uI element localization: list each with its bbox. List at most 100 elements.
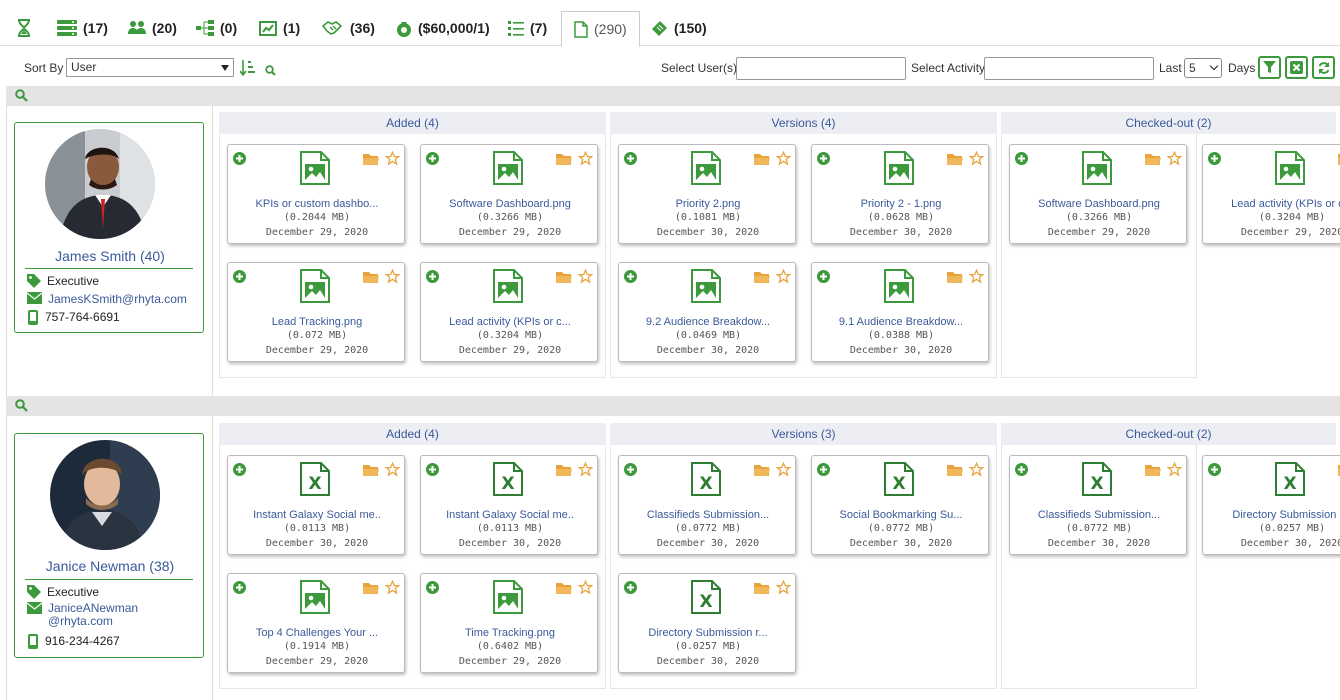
star-icon[interactable]	[578, 269, 593, 284]
add-icon[interactable]	[624, 581, 637, 594]
folder-icon[interactable]	[363, 271, 379, 284]
file-card[interactable]: Lead activity (KPIs or c... (0.3204 MB) De…	[420, 262, 598, 362]
star-icon[interactable]	[969, 462, 984, 477]
file-card[interactable]: X Directory Submission r... (0.0257 MB) Dec…	[618, 573, 796, 673]
tab-deals[interactable]: (36)	[322, 10, 375, 46]
add-icon[interactable]	[233, 270, 246, 283]
tab-tasks[interactable]: (7)	[508, 10, 547, 46]
file-name[interactable]: Lead activity (KPIs or c...	[429, 316, 591, 328]
file-name[interactable]: Top 4 Challenges Your ...	[236, 627, 398, 639]
file-name[interactable]: Priority 2.png	[627, 198, 789, 210]
star-icon[interactable]	[385, 269, 400, 284]
user-name[interactable]: Janice Newman (38)	[15, 558, 205, 574]
file-name[interactable]: KPIs or custom dashbo...	[236, 198, 398, 210]
folder-icon[interactable]	[556, 153, 572, 166]
folder-icon[interactable]	[363, 582, 379, 595]
add-icon[interactable]	[817, 270, 830, 283]
add-icon[interactable]	[233, 152, 246, 165]
file-name[interactable]: Priority 2 - 1.png	[820, 198, 982, 210]
star-icon[interactable]	[776, 462, 791, 477]
file-card[interactable]: X Classifieds Submission... (0.0772 MB) Dec…	[618, 455, 796, 555]
file-name[interactable]: Lead activity (KPIs or c...	[1211, 198, 1340, 210]
file-card[interactable]: X Classifieds Submission... (0.0772 MB) Dec…	[1009, 455, 1187, 555]
folder-icon[interactable]	[556, 582, 572, 595]
file-card[interactable]: Priority 2.png (0.1081 MB) December 30, 20…	[618, 144, 796, 244]
tab-tickets[interactable]: (150)	[650, 10, 707, 46]
star-icon[interactable]	[969, 151, 984, 166]
star-icon[interactable]	[1167, 462, 1182, 477]
file-card[interactable]: Top 4 Challenges Your ... (0.1914 MB) Dece…	[227, 573, 405, 673]
file-name[interactable]: Social Bookmarking Su...	[820, 509, 982, 521]
folder-icon[interactable]	[754, 271, 770, 284]
tab-users[interactable]: (20)	[128, 10, 177, 46]
tab-pending[interactable]	[16, 10, 32, 46]
file-card[interactable]: Time Tracking.png (0.6402 MB) December 29,…	[420, 573, 598, 673]
search-icon[interactable]	[15, 399, 28, 412]
file-name[interactable]: Directory Submission r...	[627, 627, 789, 639]
file-card[interactable]: 9.1 Audience Breakdow... (0.0388 MB) Decem…	[811, 262, 989, 362]
folder-icon[interactable]	[363, 464, 379, 477]
star-icon[interactable]	[385, 580, 400, 595]
apply-filter-button[interactable]	[1258, 56, 1281, 79]
tab-documents[interactable]: (290)	[561, 11, 640, 47]
add-icon[interactable]	[817, 463, 830, 476]
add-icon[interactable]	[1015, 463, 1028, 476]
star-icon[interactable]	[578, 462, 593, 477]
folder-icon[interactable]	[754, 464, 770, 477]
star-icon[interactable]	[969, 269, 984, 284]
tab-lists[interactable]: (17)	[57, 10, 108, 46]
folder-icon[interactable]	[1145, 153, 1161, 166]
folder-icon[interactable]	[1145, 464, 1161, 477]
days-select[interactable]: 5	[1184, 58, 1222, 78]
folder-icon[interactable]	[754, 153, 770, 166]
file-card[interactable]: X Directory Submission r... (0.0257 MB) Dec…	[1202, 455, 1340, 555]
star-icon[interactable]	[776, 269, 791, 284]
add-icon[interactable]	[426, 270, 439, 283]
file-card[interactable]: Software Dashboard.png (0.3266 MB) Decembe…	[1009, 144, 1187, 244]
select-users-input[interactable]	[736, 57, 906, 80]
add-icon[interactable]	[426, 463, 439, 476]
select-activity-input[interactable]	[984, 57, 1154, 80]
file-card[interactable]: X Social Bookmarking Su... (0.0772 MB) Dece…	[811, 455, 989, 555]
star-icon[interactable]	[776, 151, 791, 166]
tab-reports[interactable]: (1)	[259, 10, 300, 46]
sort-order-icon[interactable]	[240, 59, 256, 76]
folder-icon[interactable]	[947, 464, 963, 477]
tab-revenue[interactable]: ($60,000/1)	[396, 10, 490, 46]
sort-by-select[interactable]: User	[66, 58, 234, 77]
file-name[interactable]: Classifieds Submission...	[627, 509, 789, 521]
search-icon[interactable]	[15, 89, 28, 102]
star-icon[interactable]	[1167, 151, 1182, 166]
star-icon[interactable]	[385, 462, 400, 477]
file-card[interactable]: KPIs or custom dashbo... (0.2044 MB) Decem…	[227, 144, 405, 244]
star-icon[interactable]	[578, 580, 593, 595]
file-name[interactable]: Directory Submission r...	[1211, 509, 1340, 521]
add-icon[interactable]	[1208, 152, 1221, 165]
file-name[interactable]: Instant Galaxy Social me..	[236, 509, 398, 521]
folder-icon[interactable]	[947, 271, 963, 284]
file-name[interactable]: Instant Galaxy Social me..	[429, 509, 591, 521]
add-icon[interactable]	[426, 152, 439, 165]
file-name[interactable]: Software Dashboard.png	[429, 198, 591, 210]
add-icon[interactable]	[1208, 463, 1221, 476]
file-card[interactable]: X Instant Galaxy Social me.. (0.0113 MB) De…	[420, 455, 598, 555]
add-icon[interactable]	[624, 270, 637, 283]
search-icon[interactable]	[265, 65, 276, 76]
user-email[interactable]: JaniceANewman @rhyta.com	[27, 602, 138, 628]
add-icon[interactable]	[233, 463, 246, 476]
star-icon[interactable]	[578, 151, 593, 166]
user-card[interactable]: James Smith (40) Executive JamesKSmith@r…	[14, 122, 204, 333]
add-icon[interactable]	[1015, 152, 1028, 165]
file-name[interactable]: 9.2 Audience Breakdow...	[627, 316, 789, 328]
file-name[interactable]: Time Tracking.png	[429, 627, 591, 639]
add-icon[interactable]	[233, 581, 246, 594]
file-name[interactable]: Software Dashboard.png	[1018, 198, 1180, 210]
folder-icon[interactable]	[556, 464, 572, 477]
file-card[interactable]: Priority 2 - 1.png (0.0628 MB) December 30…	[811, 144, 989, 244]
user-card[interactable]: Janice Newman (38) Executive JaniceANewm…	[14, 433, 204, 658]
folder-icon[interactable]	[556, 271, 572, 284]
refresh-button[interactable]	[1312, 56, 1335, 79]
user-email[interactable]: JamesKSmith@rhyta.com	[27, 292, 187, 306]
file-name[interactable]: 9.1 Audience Breakdow...	[820, 316, 982, 328]
add-icon[interactable]	[624, 152, 637, 165]
